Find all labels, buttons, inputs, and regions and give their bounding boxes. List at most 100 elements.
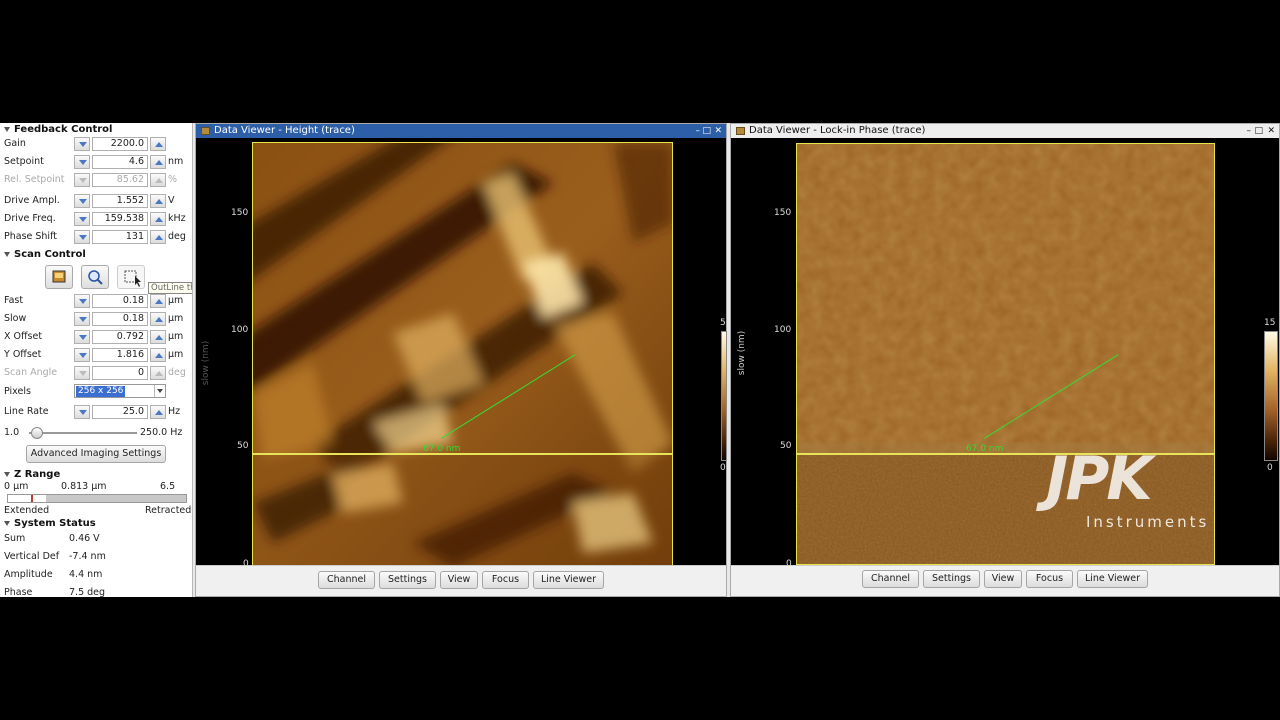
status-label: Sum [4, 533, 26, 544]
rel-setpoint-row: Rel. Setpoint 85.62 % [4, 173, 190, 188]
channel-button[interactable]: Channel [318, 571, 375, 589]
drive-freq-unit: kHz [168, 213, 186, 224]
y-offset-decrement-button[interactable] [74, 348, 90, 362]
y-offset-input[interactable]: 1.816 [92, 348, 148, 362]
viewer-titlebar[interactable]: Data Viewer - Height (trace) – □ ✕ [196, 124, 726, 138]
z-range-bar [7, 494, 187, 503]
status-sum-row: Sum 0.46 V [4, 533, 100, 544]
chevron-down-icon[interactable] [154, 385, 165, 397]
settings-button[interactable]: Settings [923, 570, 980, 588]
line-rate-row: Line Rate 25.0 Hz [4, 405, 190, 420]
close-icon[interactable]: ✕ [1267, 125, 1275, 137]
fast-input[interactable]: 0.18 [92, 294, 148, 308]
drive-freq-decrement-button[interactable] [74, 212, 90, 226]
scan-angle-decrement-button[interactable] [74, 366, 90, 380]
gain-increment-button[interactable] [150, 137, 166, 151]
line-viewer-button[interactable]: Line Viewer [1077, 570, 1148, 588]
outline-scan-region-button[interactable] [117, 265, 145, 289]
gain-decrement-button[interactable] [74, 137, 90, 151]
slow-label: Slow [4, 313, 27, 324]
focus-button[interactable]: Focus [482, 571, 529, 589]
gain-label: Gain [4, 138, 26, 149]
scan-angle-increment-button[interactable] [150, 366, 166, 380]
settings-button[interactable]: Settings [379, 571, 436, 589]
fast-increment-button[interactable] [150, 294, 166, 308]
system-status-header[interactable]: System Status [4, 518, 96, 529]
rel-setpoint-increment-button [150, 173, 166, 187]
fast-decrement-button[interactable] [74, 294, 90, 308]
slider-track[interactable] [29, 432, 137, 434]
feedback-control-header[interactable]: Feedback Control [4, 124, 112, 135]
setpoint-decrement-button[interactable] [74, 155, 90, 169]
line-rate-increment-button[interactable] [150, 405, 166, 419]
x-offset-decrement-button[interactable] [74, 330, 90, 344]
scan-position-line [796, 453, 1215, 455]
gain-input[interactable]: 2200.0 [92, 137, 148, 151]
slow-decrement-button[interactable] [74, 312, 90, 326]
line-rate-decrement-button[interactable] [74, 405, 90, 419]
status-value: -7.4 nm [69, 551, 106, 562]
setpoint-input[interactable]: 4.6 [92, 155, 148, 169]
scan-angle-label: Scan Angle [4, 367, 58, 378]
drive-ampl-increment-button[interactable] [150, 194, 166, 208]
phase-shift-input[interactable]: 131 [92, 230, 148, 244]
status-vertical-def-row: Vertical Def -7.4 nm [4, 551, 106, 562]
y-offset-increment-button[interactable] [150, 348, 166, 362]
drive-freq-increment-button[interactable] [150, 212, 166, 226]
view-button[interactable]: View [984, 570, 1022, 588]
scan-angle-unit: deg [168, 367, 186, 378]
drive-ampl-input[interactable]: 1.552 [92, 194, 148, 208]
z-range-header[interactable]: Z Range [4, 469, 60, 480]
line-rate-slider[interactable]: 1.0 250.0 Hz [4, 426, 190, 440]
slow-input[interactable]: 0.18 [92, 312, 148, 326]
status-label: Amplitude [4, 569, 53, 580]
y-offset-unit: µm [168, 349, 184, 360]
minimize-icon[interactable]: – [696, 125, 701, 137]
drive-ampl-decrement-button[interactable] [74, 194, 90, 208]
x-offset-input[interactable]: 0.792 [92, 330, 148, 344]
setpoint-unit: nm [168, 156, 184, 167]
line-viewer-button[interactable]: Line Viewer [533, 571, 604, 589]
view-button[interactable]: View [440, 571, 478, 589]
x-offset-label: X Offset [4, 331, 43, 342]
setpoint-increment-button[interactable] [150, 155, 166, 169]
minimize-icon[interactable]: – [1247, 125, 1252, 137]
plot-area[interactable]: 150 100 50 0 slow (nm) 15 0 67.0 nm [731, 138, 1279, 569]
line-rate-input[interactable]: 25.0 [92, 405, 148, 419]
maximize-icon[interactable]: □ [702, 125, 711, 137]
image-view-button[interactable] [45, 265, 73, 289]
height-scan-image[interactable] [252, 142, 673, 566]
phase-shift-decrement-button[interactable] [74, 230, 90, 244]
status-label: Vertical Def [4, 551, 60, 562]
x-offset-increment-button[interactable] [150, 330, 166, 344]
slider-knob[interactable] [31, 427, 43, 439]
y-tick-label: 150 [774, 208, 792, 218]
zoom-button[interactable] [81, 265, 109, 289]
maximize-icon[interactable]: □ [1254, 125, 1263, 137]
y-offset-label: Y Offset [4, 349, 42, 360]
phase-scan-image[interactable] [796, 143, 1215, 565]
scan-control-header[interactable]: Scan Control [4, 249, 86, 260]
viewer-toolbar: Channel Settings View Focus Line Viewer [196, 565, 726, 596]
z-range-marker [31, 495, 33, 502]
phase-shift-row: Phase Shift 131 deg [4, 230, 190, 245]
line-rate-label: Line Rate [4, 406, 49, 417]
plot-area[interactable]: 150 100 50 0 slow (nm) 5 0 67.0 nm [196, 138, 727, 569]
status-label: Phase [4, 587, 33, 597]
viewer-titlebar[interactable]: Data Viewer - Lock-in Phase (trace) – □ … [731, 124, 1279, 138]
drive-freq-input[interactable]: 159.538 [92, 212, 148, 226]
scan-angle-input[interactable]: 0 [92, 366, 148, 380]
close-icon[interactable]: ✕ [714, 125, 722, 137]
data-viewer-height[interactable]: Data Viewer - Height (trace) – □ ✕ 150 1… [195, 123, 727, 597]
channel-button[interactable]: Channel [862, 570, 919, 588]
setpoint-label: Setpoint [4, 156, 44, 167]
slow-increment-button[interactable] [150, 312, 166, 326]
pixels-select[interactable]: 256 x 256 [74, 384, 166, 398]
focus-button[interactable]: Focus [1026, 570, 1073, 588]
status-value: 4.4 nm [69, 569, 103, 580]
status-value: 7.5 deg [69, 587, 106, 597]
control-panel: Feedback Control Gain 2200.0 Setpoint 4.… [0, 123, 193, 597]
z-range-current: 0.813 µm [61, 481, 107, 492]
advanced-imaging-settings-button[interactable]: Advanced Imaging Settings [26, 445, 166, 463]
phase-shift-increment-button[interactable] [150, 230, 166, 244]
